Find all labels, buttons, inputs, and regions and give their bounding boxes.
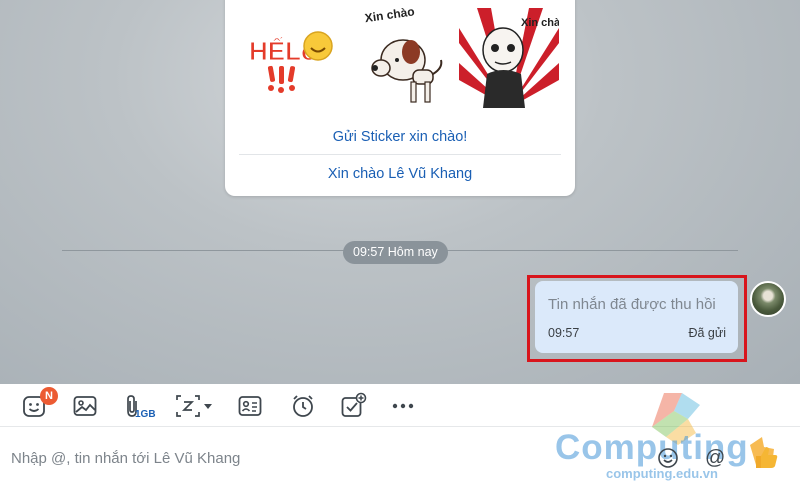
message-bubble[interactable]: Tin nhắn đã được thu hồi 09:57 Đã gửi: [535, 281, 738, 353]
new-sticker-badge: N: [40, 387, 58, 405]
xin-chao-dog-sticker[interactable]: Xin chào: [351, 8, 451, 108]
message-status: Đã gửi: [688, 326, 726, 340]
mention-icon[interactable]: @: [703, 446, 727, 470]
reminder-icon[interactable]: [289, 392, 317, 420]
screenshot-icon[interactable]: [174, 392, 202, 420]
card-divider: [239, 154, 561, 155]
emoji-icon[interactable]: [656, 446, 680, 470]
message-input[interactable]: [0, 428, 640, 489]
contact-card-icon[interactable]: [236, 392, 264, 420]
composer-toolbar: [0, 384, 800, 427]
sticker-suggestion-card: HẾLô Xin chào Xin chà Gửi Sticker xin ch…: [225, 0, 575, 196]
recalled-message-text: Tin nhắn đã được thu hồi: [548, 296, 716, 313]
smiley-face: [303, 31, 333, 61]
image-icon[interactable]: [71, 392, 99, 420]
time-separator-label: 09:57 Hôm nay: [343, 241, 448, 264]
hello-sticker[interactable]: HẾLô: [243, 8, 343, 108]
send-sticker-hello-link[interactable]: Gửi Sticker xin chào!: [239, 129, 561, 145]
sticker-text-guy: Xin chào: [521, 17, 559, 29]
sticker-row: HẾLô Xin chào Xin chà: [243, 8, 559, 108]
more-icon[interactable]: [389, 392, 417, 420]
todo-icon[interactable]: [339, 392, 367, 420]
file-size-limit-label: 1GB: [135, 409, 156, 420]
chat-area: HẾLô Xin chào Xin chà Gửi Sticker xin ch…: [0, 0, 800, 384]
xin-chao-guy-sticker[interactable]: Xin chào: [459, 8, 559, 108]
sticker-text-dog: Xin chào: [364, 8, 415, 25]
chevron-down-icon[interactable]: [201, 392, 215, 420]
svg-text:@: @: [705, 447, 725, 469]
quick-like-icon[interactable]: [752, 443, 780, 471]
message-time: 09:57: [548, 326, 580, 340]
avatar[interactable]: [750, 281, 786, 317]
greet-contact-link[interactable]: Xin chào Lê Vũ Khang: [239, 166, 561, 182]
